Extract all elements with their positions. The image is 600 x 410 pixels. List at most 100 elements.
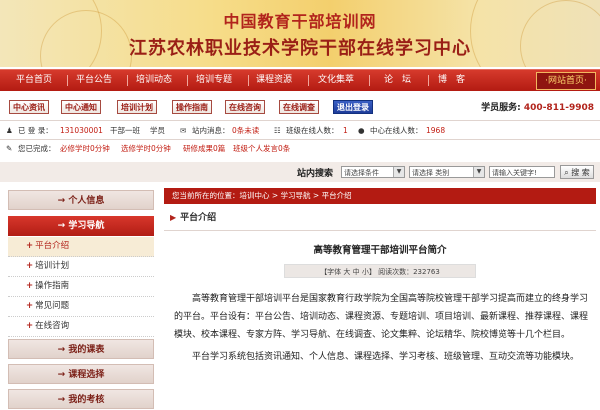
sidebar-item-label: 操作指南 — [35, 281, 70, 291]
chevron-down-icon: ▼ — [393, 167, 404, 177]
class-speech: 班级个人发言0条 — [233, 144, 291, 153]
nav-separator — [67, 75, 68, 86]
sidebar-item-operation-guide[interactable]: + 操作指南 — [8, 277, 154, 297]
section-title: ▶ 平台介绍 — [170, 210, 216, 223]
online-survey-button[interactable]: 在线调查 — [279, 100, 319, 114]
online-consult-button[interactable]: 在线咨询 — [225, 100, 265, 114]
sidebar-item-faq[interactable]: + 常见问题 — [8, 297, 154, 317]
sidebar-course-selection[interactable]: → 课程选择 — [8, 364, 154, 384]
research-results: 研修成果0篇 — [183, 144, 226, 153]
nav-forum[interactable]: 论 坛 — [384, 70, 411, 91]
sidebar-personal-info[interactable]: → 个人信息 — [8, 190, 154, 210]
nav-separator — [428, 75, 429, 86]
website-home-link[interactable]: ·网站首页· — [536, 72, 596, 90]
sidebar-my-courses[interactable]: → 我的课表 — [8, 339, 154, 359]
site-search: 站内搜索 请选择条件 ▼ 请选择 类别 ▼ 请输入关键字! ⌕ 搜 索 — [0, 162, 600, 182]
nav-blog[interactable]: 博 客 — [438, 70, 465, 91]
nav-separator — [187, 75, 188, 86]
divider — [0, 139, 600, 140]
user-role: 学员 — [150, 126, 165, 135]
search-button-label: 搜 索 — [571, 168, 590, 177]
plus-icon: + — [26, 301, 34, 311]
chevron-down-icon: ▼ — [473, 167, 484, 177]
nav-training-news[interactable]: 培训动态 — [136, 70, 172, 91]
nav-announcements[interactable]: 平台公告 — [76, 70, 112, 91]
center-notice-button[interactable]: 中心通知 — [61, 100, 101, 114]
training-plan-button[interactable]: 培训计划 — [117, 100, 157, 114]
sidebar-item-label: 在线咨询 — [35, 321, 70, 331]
class-name: 干部一班 — [110, 126, 140, 135]
login-label: 已 登 录： — [18, 126, 53, 135]
login-status: ♟ 已 登 录： 131030001 干部一班 学员 ✉ 站内消息： 0条未读 … — [6, 124, 596, 138]
plus-icon: + — [26, 281, 34, 291]
article-paragraph: 高等教育管理干部培训平台是国家教育行政学院为全国高等院校管理干部学习提高而建立的… — [174, 294, 589, 340]
category-select[interactable]: 请选择 类别 ▼ — [409, 166, 485, 178]
plus-icon: + — [26, 241, 34, 251]
center-online-label: 中心在线人数： — [370, 126, 423, 135]
center-online-icon: ● — [358, 126, 365, 135]
article-paragraph: 平台学习系统包括资讯通知、个人信息、课程选择、学习考核、班级管理、互动交流等功能… — [192, 352, 580, 362]
nav-culture[interactable]: 文化集萃 — [318, 70, 354, 91]
plus-icon: + — [26, 261, 34, 271]
quick-buttons: 中心资讯 中心通知 培训计划 操作指南 在线咨询 在线调查 退出登录 学员服务:… — [0, 96, 600, 118]
class-online-value: 1 — [343, 126, 348, 135]
elective-hours: 选修学时0分钟 — [121, 144, 171, 153]
hotline-label: 学员服务: — [481, 103, 521, 113]
required-hours: 必修学时0分钟 — [60, 144, 110, 153]
sidebar-item-label: 常见问题 — [35, 301, 70, 311]
sidebar-item-label: 培训计划 — [35, 261, 70, 271]
triangle-right-icon: ▶ — [170, 213, 177, 222]
sidebar-item-platform-intro[interactable]: + 平台介绍 — [8, 237, 154, 257]
progress-icon: ✎ — [6, 144, 13, 153]
sidebar-study-guide[interactable]: → 学习导航 — [8, 216, 154, 236]
condition-select-value: 请选择条件 — [344, 169, 379, 177]
sidebar-my-exam[interactable]: → 我的考核 — [8, 389, 154, 409]
center-online-value: 1968 — [426, 126, 446, 135]
inbox-value[interactable]: 0条未读 — [232, 124, 259, 138]
nav-topics[interactable]: 培训专题 — [196, 70, 232, 91]
site-title: 中国教育干部培训网 — [223, 12, 377, 31]
search-icon: ⌕ — [564, 168, 569, 177]
condition-select[interactable]: 请选择条件 ▼ — [341, 166, 405, 178]
user-id: 131030001 — [60, 126, 103, 135]
section-title-text: 平台介绍 — [180, 213, 217, 223]
sidebar-item-online-consult[interactable]: + 在线咨询 — [8, 317, 154, 337]
divider — [164, 230, 596, 231]
article-body: 高等教育管理干部培训平台是国家教育行政学院为全国高等院校管理干部学习提高而建立的… — [174, 290, 588, 370]
nav-home[interactable]: 平台首页 — [16, 70, 52, 91]
keyword-input[interactable]: 请输入关键字! — [489, 166, 555, 178]
inbox-label: 站内消息： — [192, 126, 230, 135]
divider — [0, 120, 600, 121]
nav-separator — [369, 75, 370, 86]
sidebar-item-training-plan[interactable]: + 培训计划 — [8, 257, 154, 277]
font-size-controls[interactable]: 【字体 大 中 小】 阅读次数：232763 — [284, 264, 476, 278]
nav-separator — [308, 75, 309, 86]
operation-guide-button[interactable]: 操作指南 — [172, 100, 212, 114]
nav-separator — [248, 75, 249, 86]
header-banner: 中国教育干部培训网 江苏农林职业技术学院干部在线学习中心 — [0, 0, 600, 67]
main-nav: 平台首页 平台公告 培训动态 培训专题 课程资源 文化集萃 论 坛 博 客 ·网… — [0, 69, 600, 91]
user-icon: ♟ — [6, 126, 13, 135]
search-button[interactable]: ⌕ 搜 索 — [560, 165, 594, 179]
class-online-icon: ☷ — [274, 126, 281, 135]
progress-label: 您已完成： — [18, 144, 56, 153]
logout-button[interactable]: 退出登录 — [333, 100, 373, 114]
service-hotline: 学员服务: 400-811-9908 — [481, 100, 594, 113]
article-title: 高等教育管理干部培训平台简介 — [313, 245, 447, 256]
mail-icon: ✉ — [180, 126, 187, 135]
hotline-number: 400-811-9908 — [523, 103, 594, 113]
nav-courses[interactable]: 课程资源 — [256, 70, 292, 91]
sidebar: → 个人信息 → 学习导航 + 平台介绍 + 培训计划 + 操作指南 + 常见问题 + 在… — [8, 186, 154, 409]
class-online-label: 班级在线人数： — [286, 126, 339, 135]
study-progress: ✎ 您已完成： 必修学时0分钟 选修学时0分钟 研修成果0篇 班级个人发言0条 — [6, 142, 596, 156]
plus-icon: + — [26, 321, 34, 331]
keyword-placeholder: 请输入关键字! — [492, 169, 537, 177]
site-subtitle: 江苏农林职业技术学院干部在线学习中心 — [129, 38, 471, 59]
search-label: 站内搜索 — [297, 169, 334, 179]
breadcrumb: 您当前所在的位置：培训中心 > 学习导航 > 平台介绍 — [164, 188, 596, 204]
nav-separator — [127, 75, 128, 86]
category-select-value: 请选择 类别 — [412, 169, 450, 177]
main-content: 您当前所在的位置：培训中心 > 学习导航 > 平台介绍 ▶ 平台介绍 高等教育管理… — [164, 186, 596, 400]
center-news-button[interactable]: 中心资讯 — [9, 100, 49, 114]
sidebar-item-label: 平台介绍 — [35, 241, 70, 251]
